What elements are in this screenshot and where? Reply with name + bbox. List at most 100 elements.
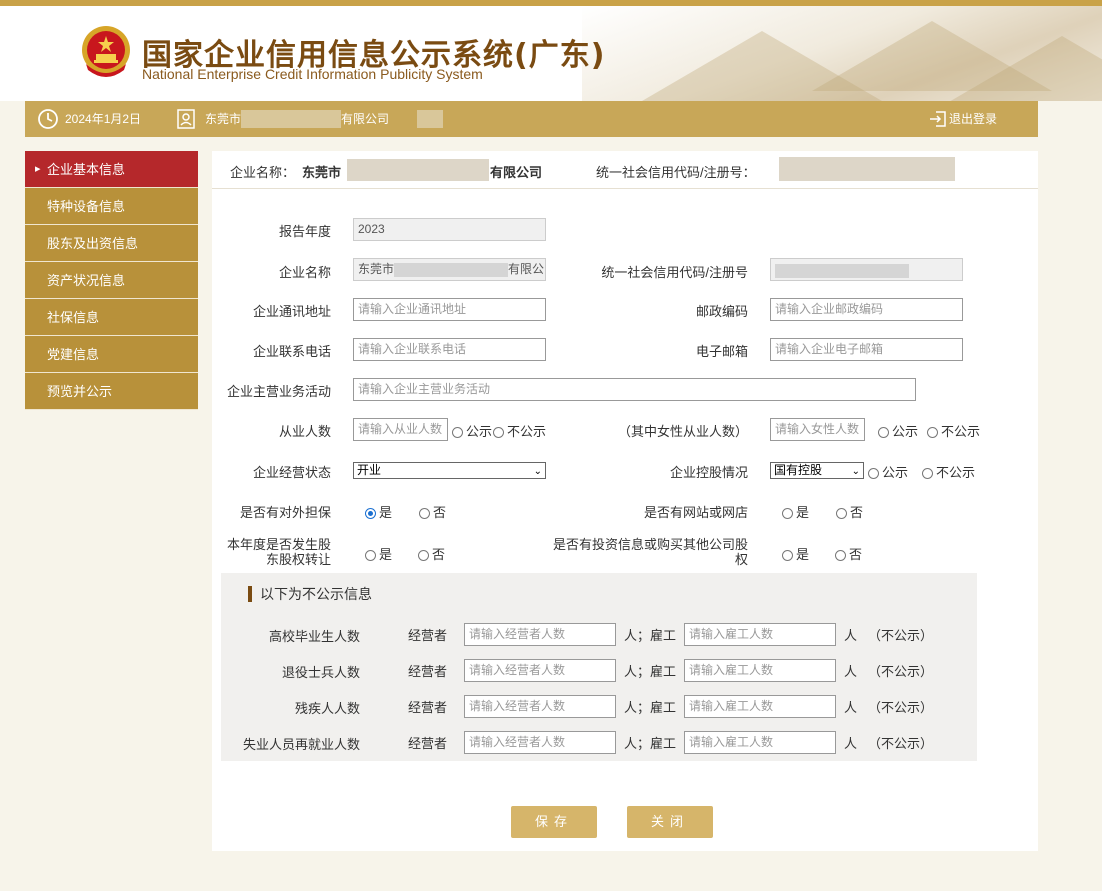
redacted-block	[241, 110, 342, 128]
not-public-tag: （不公示）	[868, 628, 934, 643]
unit-label: 人	[844, 628, 858, 643]
nonpublic-row-label: 退役士兵人数	[281, 665, 360, 680]
employees-not-public-radio[interactable]: 不公示	[493, 421, 546, 440]
sidebar-item-assets[interactable]: 资产状况信息	[25, 262, 198, 299]
logout-label: 退出登录	[949, 112, 998, 126]
nonpublic-row-label: 残疾人人数	[294, 701, 360, 716]
holding-select[interactable]: 国有控股 ⌄	[770, 462, 864, 479]
company-name-field: 东莞市 有限公	[353, 258, 546, 281]
redacted-block	[779, 157, 955, 181]
status-label: 企业经营状态	[252, 465, 331, 480]
unit-label: 人	[844, 700, 858, 715]
company-display: 东莞市 有限公司	[177, 101, 444, 137]
guarantee-yes-radio[interactable]: 是	[365, 502, 392, 521]
employees-public-radio[interactable]: 公示	[452, 421, 492, 440]
save-button[interactable]: 保存	[511, 806, 597, 838]
invest-label: 是否有投资信息或购买其他公司股权	[552, 537, 748, 567]
chevron-down-icon: ⌄	[851, 466, 860, 477]
national-emblem-icon	[82, 26, 130, 77]
operator-count-input[interactable]: 请输入经营者人数	[464, 731, 616, 754]
report-year-field: 2023	[353, 218, 546, 241]
nonpublic-row-label: 失业人员再就业人数	[242, 737, 360, 752]
email-label: 电子邮箱	[695, 344, 748, 359]
invest-no-radio[interactable]: 否	[835, 544, 862, 563]
credit-code-field-label: 统一社会信用代码/注册号	[601, 265, 748, 280]
holding-label: 企业控股情况	[669, 465, 748, 480]
holding-not-public-radio[interactable]: 不公示	[922, 462, 975, 481]
operator-label: 经营者	[407, 628, 447, 643]
site-subtitle: National Enterprise Credit Information P…	[142, 66, 483, 82]
nonpublic-row-label: 高校毕业生人数	[268, 629, 360, 644]
panel-header: 企业名称： 东莞市 有限公司 统一社会信用代码/注册号：	[212, 151, 1038, 189]
sidebar-item-preview-publish[interactable]: 预览并公示	[25, 373, 198, 410]
close-button[interactable]: 关闭	[627, 806, 713, 838]
header-mountain-decoration	[582, 6, 1102, 101]
employee-count-input[interactable]: 请输入雇工人数	[684, 695, 836, 718]
female-employees-input[interactable]: 请输入女性人数	[770, 418, 865, 441]
employee-count-input[interactable]: 请输入雇工人数	[684, 659, 836, 682]
sidebar: 企业基本信息 特种设备信息 股东及出资信息 资产状况信息 社保信息 党建信息 预…	[25, 151, 198, 410]
site-header: 国家企业信用信息公示系统(广东) National Enterprise Cre…	[0, 0, 1102, 101]
employee-count-input[interactable]: 请输入雇工人数	[684, 623, 836, 646]
postcode-input[interactable]: 请输入企业邮政编码	[770, 298, 963, 321]
date-display: 2024年1月2日	[37, 101, 141, 137]
website-yes-radio[interactable]: 是	[782, 502, 809, 521]
invest-yes-radio[interactable]: 是	[782, 544, 809, 563]
employees-input[interactable]: 请输入从业人数	[353, 418, 448, 441]
holding-public-radio[interactable]: 公示	[868, 462, 908, 481]
operator-label: 经营者	[407, 700, 447, 715]
female-employees-label: （其中女性从业人数）	[617, 424, 748, 439]
employee-label: 人；雇工	[623, 700, 676, 715]
phone-input[interactable]: 请输入企业联系电话	[353, 338, 546, 361]
website-no-radio[interactable]: 否	[836, 502, 863, 521]
company-name-field-label: 企业名称	[278, 265, 331, 280]
business-input[interactable]: 请输入企业主营业务活动	[353, 378, 916, 401]
sidebar-item-social-security[interactable]: 社保信息	[25, 299, 198, 336]
company-prefix: 东莞市	[205, 112, 242, 126]
company-suffix: 有限公司	[341, 112, 390, 126]
address-input[interactable]: 请输入企业通讯地址	[353, 298, 546, 321]
employee-count-input[interactable]: 请输入雇工人数	[684, 731, 836, 754]
unit-label: 人	[844, 736, 858, 751]
equity-transfer-label: 本年度是否发生股 东股权转让	[226, 537, 331, 567]
employee-label: 人；雇工	[623, 628, 676, 643]
female-not-public-radio[interactable]: 不公示	[927, 421, 980, 440]
operator-count-input[interactable]: 请输入经营者人数	[464, 623, 616, 646]
not-public-tag: （不公示）	[868, 664, 934, 679]
guarantee-no-radio[interactable]: 否	[419, 502, 446, 521]
current-date: 2024年1月2日	[65, 112, 142, 126]
sidebar-item-party-building[interactable]: 党建信息	[25, 336, 198, 373]
sidebar-item-special-equipment[interactable]: 特种设备信息	[25, 188, 198, 225]
postcode-label: 邮政编码	[695, 304, 748, 319]
redacted-block	[417, 110, 444, 128]
employee-label: 人；雇工	[623, 664, 676, 679]
phone-label: 企业联系电话	[252, 344, 331, 359]
company-name-prefix: 东莞市	[302, 165, 342, 180]
operator-count-input[interactable]: 请输入经营者人数	[464, 695, 616, 718]
employees-label: 从业人数	[278, 424, 331, 439]
logout-link[interactable]: 退出登录	[929, 101, 997, 137]
unit-label: 人	[844, 664, 858, 679]
guarantee-label: 是否有对外担保	[239, 505, 331, 520]
sidebar-item-basic-info[interactable]: 企业基本信息	[25, 151, 198, 188]
user-card-icon	[177, 109, 195, 129]
email-input[interactable]: 请输入企业电子邮箱	[770, 338, 963, 361]
info-bar: 2024年1月2日 东莞市 有限公司 退出登录	[25, 101, 1038, 137]
status-select[interactable]: 开业 ⌄	[353, 462, 546, 479]
equity-transfer-no-radio[interactable]: 否	[418, 544, 445, 563]
operator-count-input[interactable]: 请输入经营者人数	[464, 659, 616, 682]
operator-label: 经营者	[407, 736, 447, 751]
company-name-suffix: 有限公司	[490, 165, 543, 180]
equity-transfer-yes-radio[interactable]: 是	[365, 544, 392, 563]
nonpublic-title: 以下为不公示信息	[248, 586, 372, 602]
business-label: 企业主营业务活动	[226, 384, 331, 399]
sidebar-item-shareholders[interactable]: 股东及出资信息	[25, 225, 198, 262]
report-year-label: 报告年度	[278, 224, 331, 239]
credit-code-label: 统一社会信用代码/注册号：	[596, 165, 756, 180]
company-name-label: 企业名称：	[230, 165, 296, 180]
website-label: 是否有网站或网店	[643, 505, 748, 520]
not-public-tag: （不公示）	[868, 736, 934, 751]
female-public-radio[interactable]: 公示	[878, 421, 918, 440]
clock-icon	[38, 109, 58, 129]
employee-label: 人；雇工	[623, 736, 676, 751]
